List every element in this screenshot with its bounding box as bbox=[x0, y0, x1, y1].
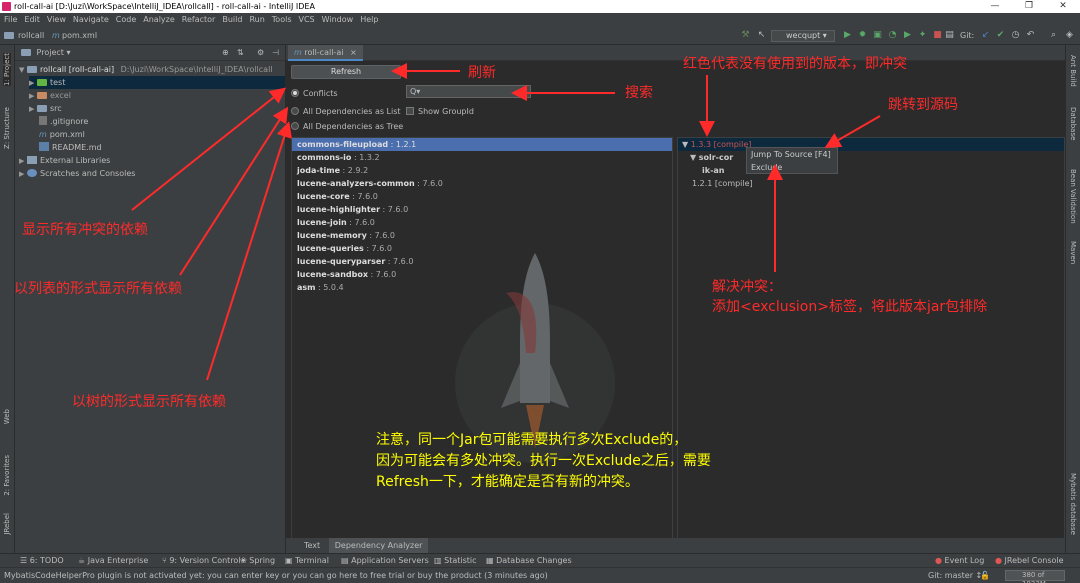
annotation-refresh: 刷新 bbox=[468, 65, 496, 81]
annotation-as-tree: 以树的形式显示所有依赖 bbox=[72, 394, 226, 410]
annotation-search: 搜索 bbox=[625, 85, 653, 101]
annotation-conflicts: 显示所有冲突的依赖 bbox=[22, 222, 148, 238]
annotation-as-list: 以列表的形式显示所有依赖 bbox=[14, 281, 182, 297]
annotation-resolve-body: 添加<exclusion>标签，将此版本jar包排除 bbox=[712, 299, 988, 315]
annotation-note-line3: Refresh一下，才能确定是否有新的冲突。 bbox=[376, 474, 639, 490]
annotation-jump-to-source: 跳转到源码 bbox=[888, 97, 958, 113]
annotation-note-line1: 注意，同一个Jar包可能需要执行多次Exclude的， bbox=[376, 432, 688, 448]
annotation-note-line2: 因为可能会有多处冲突。执行一次Exclude之后，需要 bbox=[376, 453, 711, 469]
annotation-resolve-title: 解决冲突： bbox=[712, 279, 782, 295]
annotation-red-meaning: 红色代表没有使用到的版本，即冲突 bbox=[683, 56, 907, 72]
